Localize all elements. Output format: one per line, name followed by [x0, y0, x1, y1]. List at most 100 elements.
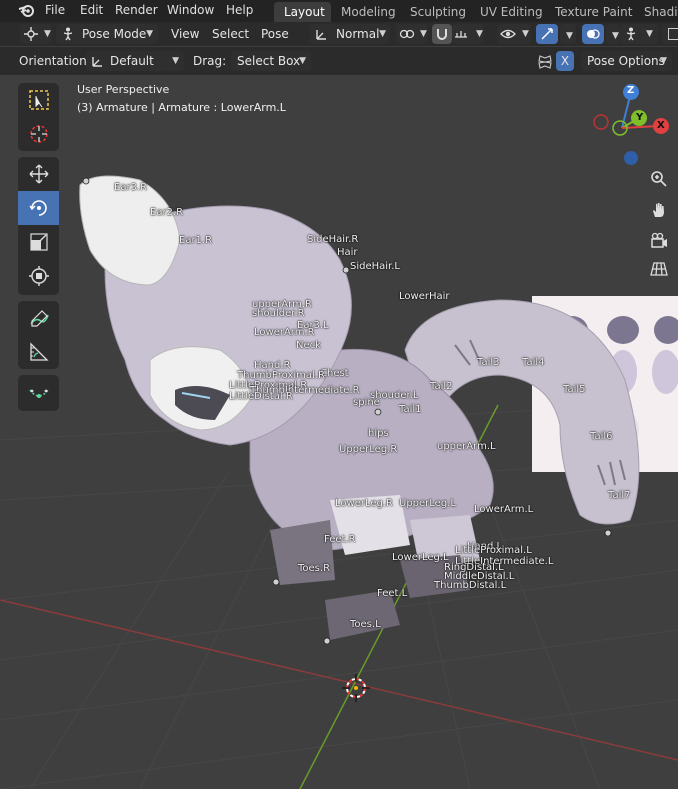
annotate-tool[interactable] — [18, 301, 59, 335]
mode-label: Pose Mode — [82, 27, 147, 41]
menu-file[interactable]: File — [45, 0, 65, 20]
snap-toggle[interactable] — [432, 24, 452, 44]
overlays-toggle[interactable] — [582, 24, 604, 44]
mirror-butterfly-icon[interactable] — [538, 55, 552, 69]
bone-label[interactable]: Tail4 — [522, 357, 545, 368]
orientation-dropdown[interactable]: Default ▼ — [86, 51, 184, 71]
visibility-dropdown[interactable]: ▼ — [497, 24, 531, 44]
bone-label[interactable]: ThumbDistal.L — [434, 580, 506, 591]
measure-tool[interactable] — [18, 335, 59, 369]
zoom-button[interactable] — [645, 165, 673, 193]
menu-window[interactable]: Window — [167, 0, 214, 20]
camera-icon — [651, 232, 667, 248]
pose-options-dropdown[interactable]: Pose Options ▼ — [581, 51, 672, 71]
gizmo-dropdown[interactable]: ▼ — [560, 24, 576, 44]
chevron-down-icon: ▼ — [379, 29, 386, 39]
toolbar-group-select — [18, 83, 59, 151]
bone-label[interactable]: LowerLeg.R — [335, 498, 393, 509]
menu-view[interactable]: View — [171, 24, 199, 44]
chevron-down-icon: ▼ — [172, 56, 179, 66]
toolbar-group-relax — [18, 375, 59, 411]
overlays-icon — [587, 29, 600, 39]
pivot-icon — [399, 29, 415, 39]
tab-uv-editing[interactable]: UV Editing — [470, 2, 553, 22]
orientation-icon — [316, 30, 326, 40]
hand-icon — [653, 203, 664, 217]
bone-label[interactable]: Feet.R — [324, 534, 356, 545]
mode-dropdown[interactable]: Pose Mode ▼ — [56, 24, 158, 44]
zoom-magnifier-icon — [651, 171, 667, 187]
bone-label[interactable]: Feet.L — [377, 588, 407, 599]
menu-help[interactable]: Help — [226, 0, 253, 20]
bone-label[interactable]: LowerArm.R — [254, 327, 315, 338]
bone-label[interactable]: UpperLeg.L — [399, 498, 456, 509]
bone-label[interactable]: LittleProximal.L — [455, 545, 532, 556]
tab-layout[interactable]: Layout — [274, 2, 331, 22]
bone-label[interactable]: LittleDistal.R — [229, 391, 293, 402]
bone-label[interactable]: Tail5 — [563, 384, 586, 395]
bone-label[interactable]: Hair — [337, 247, 358, 258]
bone-label[interactable]: Neck — [296, 340, 321, 351]
pivot-point-dropdown[interactable]: ▼ — [396, 24, 428, 44]
editor-type-button[interactable]: ▼ — [20, 24, 52, 44]
tab-texture-paint[interactable]: Texture Paint — [545, 2, 642, 22]
select-box-tool[interactable] — [18, 83, 59, 117]
perspective-toggle-button[interactable] — [645, 255, 673, 283]
bone-label[interactable]: shoulder.R — [252, 308, 305, 319]
cursor-tool[interactable] — [18, 117, 59, 151]
scale-tool[interactable] — [18, 225, 59, 259]
bone-label[interactable]: SideHair.R — [307, 234, 358, 245]
bone-label[interactable]: Toes.R — [298, 563, 330, 574]
mirror-x-toggle[interactable]: X — [556, 51, 574, 71]
pan-button[interactable] — [645, 196, 673, 224]
transform-orientation-dropdown[interactable]: Normal ▼ — [310, 24, 390, 44]
bone-label[interactable]: Ear3.R — [114, 182, 147, 193]
select-box-icon — [28, 90, 49, 110]
xray-dropdown[interactable]: ▼ — [620, 24, 658, 44]
menu-edit[interactable]: Edit — [80, 0, 103, 20]
gizmo-y-label: Y — [636, 112, 644, 123]
chevron-down-icon: ▼ — [566, 31, 573, 41]
viewport-scene — [0, 175, 678, 789]
drag-dropdown[interactable]: Select Box ▼ — [231, 51, 311, 71]
pose-relax-tool[interactable] — [18, 376, 59, 410]
transform-tool[interactable] — [18, 259, 59, 293]
grid-perspective-icon — [650, 262, 668, 276]
bone-label[interactable]: hips — [368, 428, 389, 439]
rotate-tool[interactable] — [18, 191, 59, 225]
tab-sculpting[interactable]: Sculpting — [400, 2, 476, 22]
menu-render[interactable]: Render — [115, 0, 158, 20]
tab-shading[interactable]: Shadin — [634, 2, 678, 22]
snap-target-dropdown[interactable]: ▼ — [452, 24, 484, 44]
tab-modeling[interactable]: Modeling — [331, 2, 406, 22]
drag-label: Drag: — [193, 54, 227, 68]
shading-wireframe-button[interactable] — [662, 24, 678, 44]
orientation-icon — [92, 57, 102, 67]
toolbar-group-transform — [18, 157, 59, 295]
bone-label[interactable]: Tail2 — [430, 381, 453, 392]
bone-label[interactable]: Ear1.R — [179, 235, 212, 246]
menu-pose[interactable]: Pose — [261, 24, 289, 44]
blender-logo-icon[interactable] — [18, 3, 34, 17]
bone-label[interactable]: UpperLeg.R — [339, 444, 397, 455]
bone-label[interactable]: Ear2.R — [150, 207, 183, 218]
gizmo-z-label: Z — [627, 85, 635, 96]
bone-label[interactable]: Tail3 — [477, 357, 500, 368]
bone-label[interactable]: Tail1 — [399, 404, 422, 415]
bone-label[interactable]: shouder.L — [370, 390, 418, 401]
bone-label[interactable]: LowerArm.L — [474, 504, 533, 515]
bone-label[interactable]: Toes.L — [350, 619, 381, 630]
gizmo-toggle[interactable] — [536, 24, 558, 44]
bone-label[interactable]: LowerLeg.L — [392, 552, 449, 563]
move-tool[interactable] — [18, 157, 59, 191]
overlays-dropdown[interactable]: ▼ — [606, 24, 620, 44]
bone-label[interactable]: Tail7 — [608, 490, 631, 501]
viewport-header: ▼ Pose Mode ▼ View Select Pose Normal ▼ … — [0, 22, 678, 46]
bone-label[interactable]: LowerHair — [399, 291, 450, 302]
menu-select[interactable]: Select — [212, 24, 249, 44]
3d-viewport[interactable]: User Perspective (3) Armature | Armature… — [0, 75, 678, 789]
bone-label[interactable]: upperArm.L — [437, 441, 496, 452]
bone-label[interactable]: SideHair.L — [350, 261, 400, 272]
bone-label[interactable]: Tail6 — [590, 431, 613, 442]
camera-view-button[interactable] — [645, 227, 673, 255]
